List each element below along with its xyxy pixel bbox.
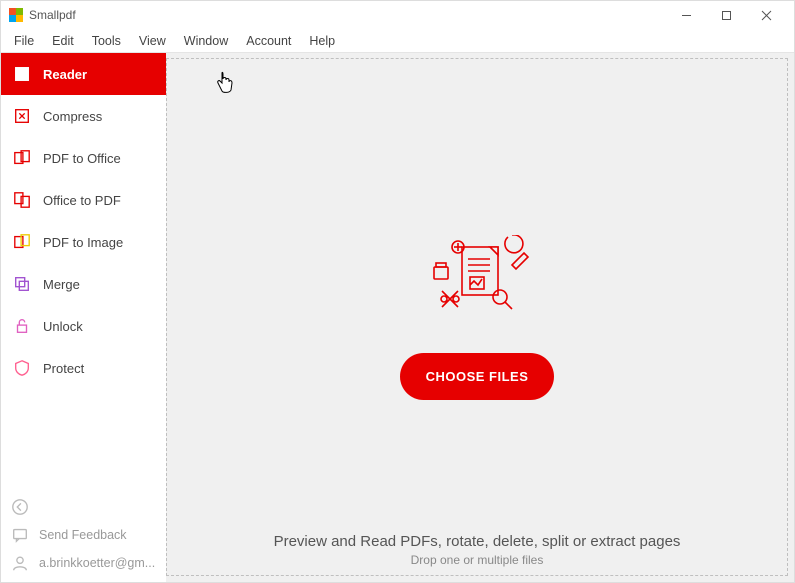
sidebar-item-label: Office to PDF	[43, 193, 121, 208]
app-title: Smallpdf	[29, 8, 76, 22]
window-maximize-button[interactable]	[706, 1, 746, 29]
chevron-left-icon	[11, 498, 29, 516]
minimize-icon	[681, 10, 692, 21]
main-panel: CHOOSE FILES Preview and Read PDFs, rota…	[166, 53, 794, 582]
unlock-icon	[13, 317, 31, 335]
menubar: File Edit Tools View Window Account Help	[1, 29, 794, 53]
titlebar: Smallpdf	[1, 1, 794, 29]
choose-files-label: CHOOSE FILES	[426, 369, 529, 384]
sidebar-item-label: Merge	[43, 277, 80, 292]
app-window: Smallpdf File Edit Tools View Window Acc…	[0, 0, 795, 583]
sidebar-item-reader[interactable]: Reader	[1, 53, 166, 95]
window-minimize-button[interactable]	[666, 1, 706, 29]
sidebar-item-pdf-to-office[interactable]: PDF to Office	[1, 137, 166, 179]
app-logo-icon	[9, 8, 23, 22]
sidebar-item-unlock[interactable]: Unlock	[1, 305, 166, 347]
menu-view[interactable]: View	[130, 32, 175, 50]
sidebar-item-label: PDF to Image	[43, 235, 123, 250]
sidebar-item-pdf-to-image[interactable]: PDF to Image	[1, 221, 166, 263]
sidebar-item-office-to-pdf[interactable]: Office to PDF	[1, 179, 166, 221]
back-button[interactable]	[11, 498, 156, 516]
body: Reader Compress PDF to Office	[1, 53, 794, 582]
maximize-icon	[721, 10, 732, 21]
dropzone-title: Preview and Read PDFs, rotate, delete, s…	[167, 533, 787, 550]
feedback-icon	[11, 526, 29, 544]
window-close-button[interactable]	[746, 1, 786, 29]
sidebar-item-label: Reader	[43, 67, 87, 82]
file-dropzone[interactable]: CHOOSE FILES Preview and Read PDFs, rota…	[166, 58, 788, 576]
reader-icon	[13, 65, 31, 83]
sidebar: Reader Compress PDF to Office	[1, 53, 166, 582]
sidebar-item-compress[interactable]: Compress	[1, 95, 166, 137]
account-button[interactable]: a.brinkkoetter@gm...	[11, 554, 156, 572]
menu-account[interactable]: Account	[237, 32, 300, 50]
compress-icon	[13, 107, 31, 125]
sidebar-item-label: Unlock	[43, 319, 83, 334]
sidebar-item-label: PDF to Office	[43, 151, 121, 166]
cursor-pointer-icon	[215, 71, 235, 100]
menu-help[interactable]: Help	[300, 32, 344, 50]
pdf-to-image-icon	[13, 233, 31, 251]
sidebar-footer: Send Feedback a.brinkkoetter@gm...	[1, 490, 166, 582]
protect-icon	[13, 359, 31, 377]
sidebar-item-protect[interactable]: Protect	[1, 347, 166, 389]
account-label: a.brinkkoetter@gm...	[39, 556, 155, 570]
menu-file[interactable]: File	[5, 32, 43, 50]
feedback-label: Send Feedback	[39, 528, 127, 542]
sidebar-item-merge[interactable]: Merge	[1, 263, 166, 305]
menu-edit[interactable]: Edit	[43, 32, 83, 50]
office-to-pdf-icon	[13, 191, 31, 209]
sidebar-item-label: Protect	[43, 361, 84, 376]
user-icon	[11, 554, 29, 572]
pdf-to-office-icon	[13, 149, 31, 167]
send-feedback-button[interactable]: Send Feedback	[11, 526, 156, 544]
merge-icon	[13, 275, 31, 293]
choose-files-button[interactable]: CHOOSE FILES	[400, 353, 555, 400]
sidebar-item-label: Compress	[43, 109, 102, 124]
sidebar-tools: Reader Compress PDF to Office	[1, 53, 166, 490]
menu-window[interactable]: Window	[175, 32, 237, 50]
dropzone-text: Preview and Read PDFs, rotate, delete, s…	[167, 533, 787, 567]
menu-tools[interactable]: Tools	[83, 32, 130, 50]
dropzone-subtitle: Drop one or multiple files	[167, 553, 787, 567]
close-icon	[761, 10, 772, 21]
dropzone-illustration-icon	[412, 235, 542, 325]
